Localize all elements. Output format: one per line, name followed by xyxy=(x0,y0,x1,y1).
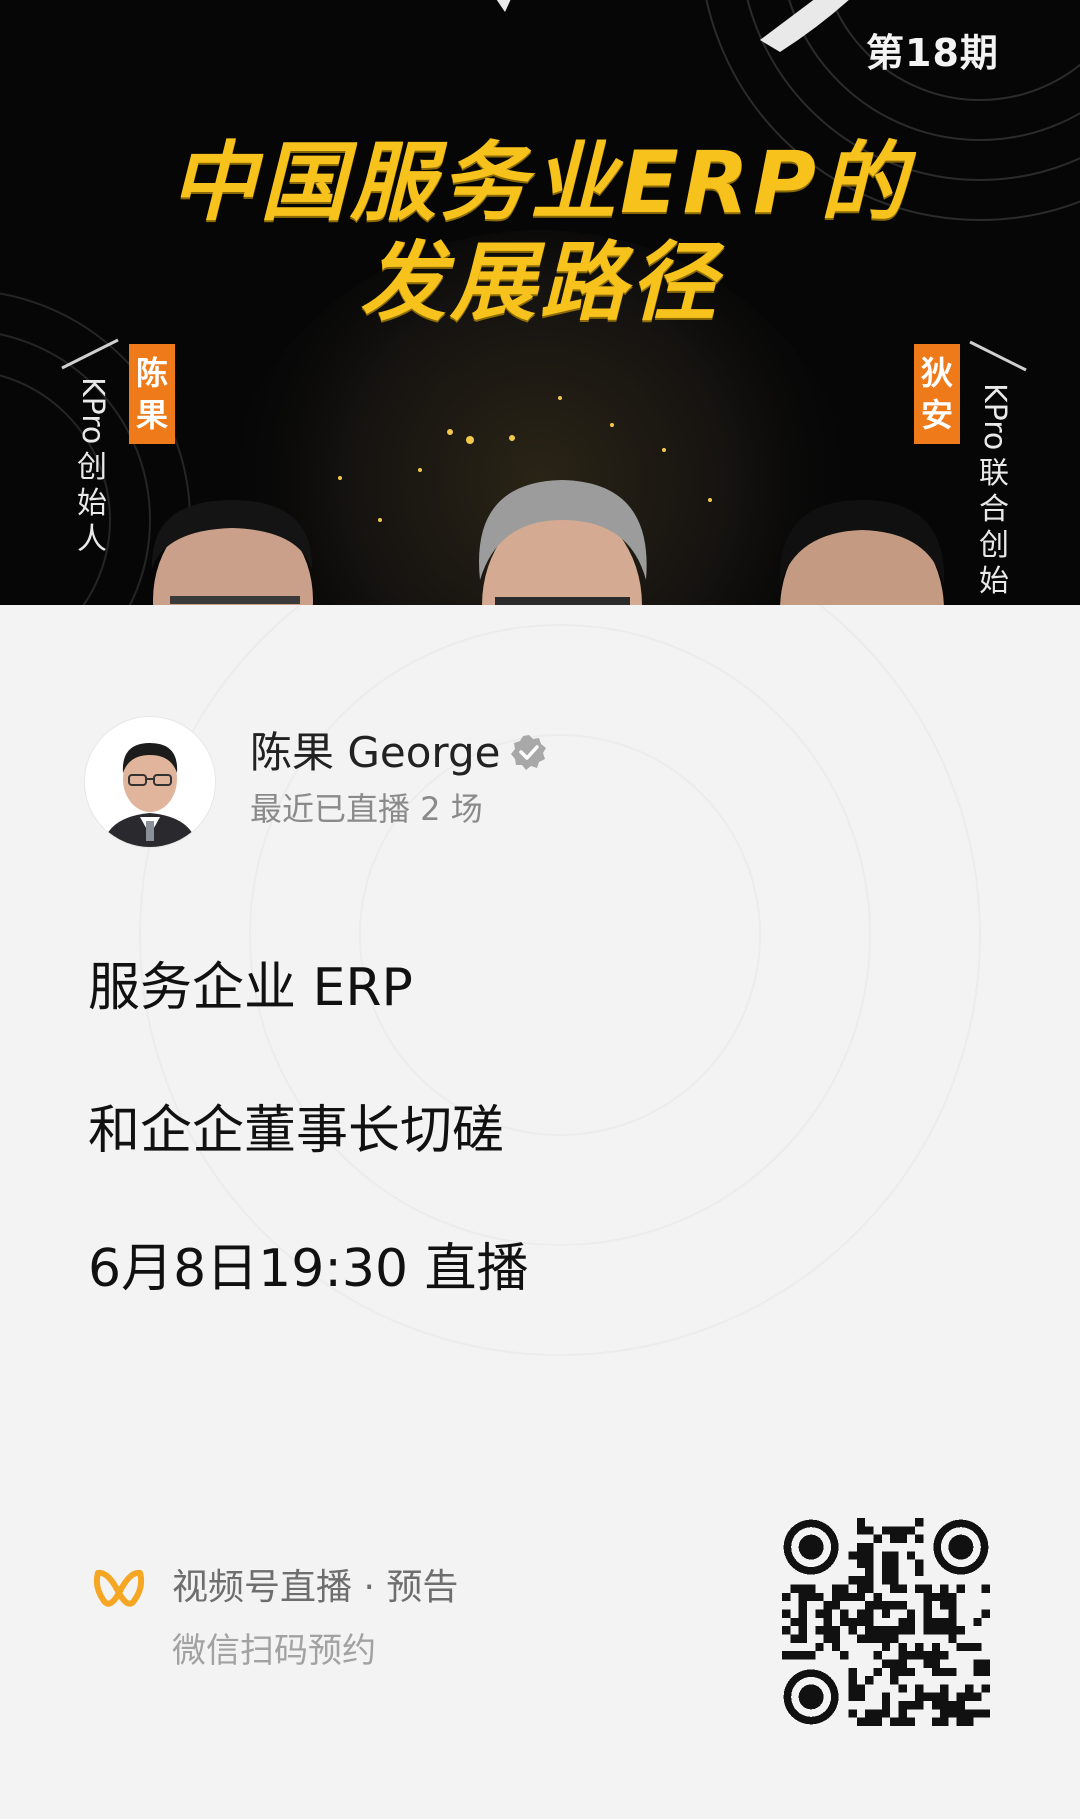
content-line-guest: 和企企董事长切磋 xyxy=(88,1101,505,1161)
right-guest-name-tag: 狄安 xyxy=(914,344,960,444)
issue-label: 第18期 xyxy=(866,31,999,75)
verified-badge-icon xyxy=(511,735,546,770)
channels-butterfly-icon xyxy=(93,1569,145,1607)
left-guest-name-tag: 陈果 xyxy=(129,344,175,444)
qr-code-icon[interactable] xyxy=(782,1518,990,1726)
footer-title: 视频号直播 · 预告 xyxy=(172,1567,459,1608)
live-preview-card: 陈果 George 最近已直播 2 场 服务企业 ERP 和企企董事长切磋 6月… xyxy=(0,605,1080,1819)
content-line-topic: 服务企业 ERP xyxy=(88,958,413,1018)
avatar-photo xyxy=(85,717,215,847)
poster-banner: 第18期 中国服务业ERP的 发展路径 陈果 KPro 创始人 狄安 KPro … xyxy=(0,0,1080,605)
live-preview-page: 第18期 中国服务业ERP的 发展路径 陈果 KPro 创始人 狄安 KPro … xyxy=(0,0,1080,1819)
right-guest-title-text: 联合创始 xyxy=(979,456,1009,599)
poster-headline-line1: 中国服务业ERP的 xyxy=(170,133,910,233)
author-avatar[interactable] xyxy=(85,717,215,847)
left-guest-title: KPro 创始人 xyxy=(74,372,110,558)
content-line-schedule: 6月8日19:30 直播 xyxy=(88,1239,529,1299)
right-guest-title-prefix: KPro xyxy=(977,383,1012,451)
author-live-count: 最近已直播 2 场 xyxy=(250,790,483,828)
left-guest-title-prefix: KPro xyxy=(75,377,110,445)
left-guest-title-text: 创始人 xyxy=(77,450,107,557)
author-name[interactable]: 陈果 George xyxy=(250,727,500,779)
right-guest-title: KPro 联合创始 xyxy=(976,378,1012,600)
poster-headline-line2: 发展路径 xyxy=(360,233,720,333)
footer-scan-hint: 微信扫码预约 xyxy=(172,1631,376,1671)
